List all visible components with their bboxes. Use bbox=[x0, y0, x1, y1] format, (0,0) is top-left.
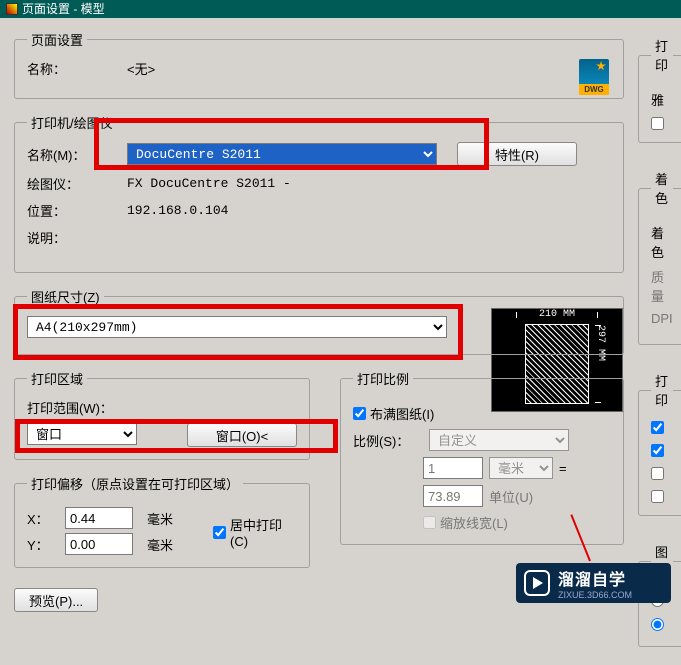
lw-text: 缩放线宽(L) bbox=[440, 513, 508, 532]
quality-label: 质量 bbox=[651, 267, 673, 305]
offset-y-unit: 毫米 bbox=[147, 535, 183, 554]
plotter-value: FX DocuCentre S2011 - bbox=[127, 176, 291, 191]
offset-legend: 打印偏移（原点设置在可打印区域） bbox=[27, 474, 243, 493]
center-text: 居中打印(C) bbox=[230, 515, 297, 549]
watermark-sub: ZIXUE.3D66.COM bbox=[558, 590, 632, 600]
right-opts-group: 打印 bbox=[638, 371, 681, 516]
dwg-icon bbox=[579, 59, 609, 95]
offset-y-label: Y： bbox=[27, 535, 55, 554]
linewidth-checkbox bbox=[423, 516, 436, 529]
opt-cb1[interactable] bbox=[651, 421, 664, 434]
right-ya: 雅 bbox=[651, 90, 673, 109]
play-icon bbox=[524, 570, 550, 596]
location-value: 192.168.0.104 bbox=[127, 203, 228, 218]
offset-x-unit: 毫米 bbox=[147, 509, 183, 528]
right-opts-legend: 打印 bbox=[651, 371, 673, 409]
preview-button[interactable]: 预览(P)... bbox=[14, 588, 98, 612]
offset-y-input[interactable] bbox=[65, 533, 133, 555]
range-label: 打印范围(W)： bbox=[27, 398, 297, 417]
opt-cb4[interactable] bbox=[651, 490, 664, 503]
fit-checkbox-label[interactable]: 布满图纸(I) bbox=[353, 404, 611, 423]
right-print-cb[interactable] bbox=[651, 117, 664, 130]
dpi-label: DPI bbox=[651, 311, 673, 326]
shape-radio-2[interactable] bbox=[651, 618, 664, 631]
linewidth-checkbox-label: 缩放线宽(L) bbox=[423, 513, 611, 532]
ratio-select[interactable]: 自定义 bbox=[429, 429, 569, 451]
titlebar: 页面设置 - 模型 bbox=[0, 0, 681, 18]
fit-text: 布满图纸(I) bbox=[370, 404, 434, 423]
area-legend: 打印区域 bbox=[27, 369, 87, 388]
offset-x-input[interactable] bbox=[65, 507, 133, 529]
offset-x-label: X： bbox=[27, 509, 55, 528]
center-checkbox[interactable] bbox=[213, 526, 226, 539]
right-style-legend: 着色 bbox=[651, 169, 673, 207]
ratio-label: 比例(S)： bbox=[353, 431, 423, 450]
opt-cb2[interactable] bbox=[651, 444, 664, 457]
watermark-badge: 溜溜自学 ZIXUE.3D66.COM bbox=[516, 563, 671, 603]
scale-legend: 打印比例 bbox=[353, 369, 413, 388]
style-label: 着色 bbox=[651, 223, 673, 261]
scale-num-input[interactable] bbox=[423, 457, 483, 479]
location-label: 位置： bbox=[27, 201, 127, 220]
plotter-label: 绘图仪： bbox=[27, 174, 127, 193]
watermark-name: 溜溜自学 bbox=[558, 566, 632, 590]
opt-cb3[interactable] bbox=[651, 467, 664, 480]
pagesetup-name-value: <无> bbox=[127, 59, 155, 78]
highlight-box-area bbox=[15, 419, 338, 453]
page-setup-legend: 页面设置 bbox=[27, 30, 87, 49]
scale-den-unit: 单位(U) bbox=[489, 487, 533, 506]
highlight-box-printer bbox=[94, 118, 489, 170]
scale-den-input[interactable] bbox=[423, 485, 483, 507]
desc-label: 说明： bbox=[27, 228, 127, 247]
scale-num-unit[interactable]: 毫米 bbox=[489, 457, 553, 479]
fit-checkbox[interactable] bbox=[353, 407, 366, 420]
app-icon bbox=[6, 3, 18, 15]
highlight-box-paper bbox=[13, 304, 463, 360]
eq-sign: = bbox=[559, 461, 567, 476]
right-style-group: 着色 着色 质量 DPI bbox=[638, 169, 681, 345]
center-checkbox-label[interactable]: 居中打印(C) bbox=[213, 515, 297, 549]
scale-group: 打印比例 布满图纸(I) 比例(S)： 自定义 毫米 bbox=[340, 369, 624, 545]
right-print-group: 打印 雅 bbox=[638, 36, 681, 143]
right-print-legend: 打印 bbox=[651, 36, 673, 74]
pagesetup-name-label: 名称： bbox=[27, 59, 127, 78]
offset-group: 打印偏移（原点设置在可打印区域） X： 毫米 Y： 毫米 bbox=[14, 474, 310, 568]
window-title: 页面设置 - 模型 bbox=[22, 0, 105, 18]
page-setup-group: 页面设置 名称： <无> bbox=[14, 30, 624, 99]
